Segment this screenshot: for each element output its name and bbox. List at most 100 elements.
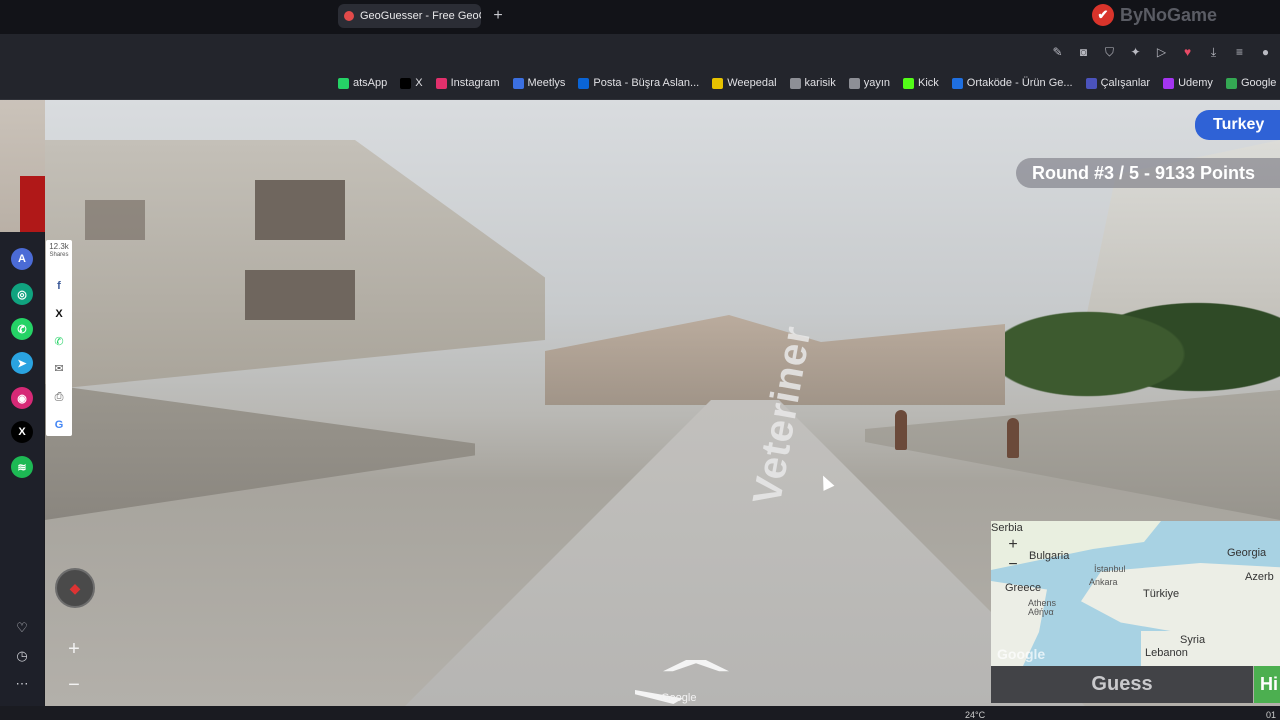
taskbar-weather: 24°C [965, 710, 986, 720]
heart-icon[interactable]: ♡ [12, 618, 32, 638]
vpn-watermark: ✔ ByNoGame [1092, 4, 1217, 26]
vpn-watermark-text: ByNoGame [1120, 4, 1218, 25]
bookmark-label: karisik [804, 77, 836, 89]
bookmarks-list: atsApp X Instagram Meetlys Posta - Büşra Asl… [338, 77, 1280, 89]
vpn-logo-icon: ✔ [1092, 4, 1114, 26]
facebook-share-icon[interactable]: f [52, 279, 66, 293]
minimap-zoom-out-button[interactable]: − [999, 556, 1027, 574]
bookmark-item[interactable]: Instagram [435, 77, 500, 89]
instagram-icon [435, 77, 447, 89]
share-count-value: 12.3k [49, 242, 69, 251]
map-label-serbia: Serbia [991, 522, 1023, 534]
bookmark-item[interactable]: yayın [848, 77, 890, 89]
tab-title: GeoGuesser - Free GeoG [360, 10, 481, 22]
bookmark-label: Posta - Büşra Aslan... [593, 77, 700, 89]
bookmark-label: Ortaköde - Ürün Ge... [966, 77, 1073, 89]
bookmark-item[interactable]: atsApp [338, 77, 387, 89]
outlook-icon [578, 77, 590, 89]
whatsapp-share-icon[interactable]: ✆ [52, 335, 66, 349]
download-icon[interactable]: ⤓ [1205, 44, 1222, 61]
bookmark-item[interactable]: Google Haritalar [1225, 77, 1280, 89]
map-label-georgia: Georgia [1227, 547, 1267, 559]
extension-icon[interactable]: ✦ [1127, 44, 1144, 61]
pedestrian [895, 410, 907, 450]
folder-icon [789, 77, 801, 89]
zoom-out-button[interactable]: − [59, 670, 89, 700]
bookmark-label: Meetlys [527, 77, 566, 89]
zoom-in-button[interactable]: + [59, 634, 89, 664]
instagram-icon[interactable]: ◉ [11, 387, 33, 409]
camera-icon[interactable]: ◙ [1075, 44, 1092, 61]
map-label-bulgaria: Bulgaria [1029, 550, 1070, 562]
minimap-google-logo: Google [997, 646, 1046, 662]
bookmark-item[interactable]: karisik [789, 77, 836, 89]
map-label-ankara: Ankara [1089, 577, 1118, 587]
bookmark-item[interactable]: Posta - Büşra Aslan... [578, 77, 699, 89]
print-share-icon[interactable]: ⎙ [52, 390, 66, 404]
taskbar-clock: 01 [1266, 710, 1277, 720]
bookmark-item[interactable]: Ortaköde - Ürün Ge... [951, 77, 1073, 89]
guess-button[interactable]: Guess [991, 666, 1253, 703]
os-taskbar [0, 706, 1280, 720]
guess-minimap[interactable]: Serbia Bulgaria Georgia İstanbul Ankara … [991, 521, 1280, 666]
bookmark-label: Google Haritalar [1240, 77, 1280, 89]
browser-toolbar: ✎ ◙ ⛉ ✦ ▷ ♥ ⤓ ≡ ● [1049, 44, 1274, 61]
chatgpt-icon[interactable]: ◎ [11, 283, 33, 305]
minimap-zoom-in-button[interactable]: + [999, 536, 1027, 554]
telegram-icon[interactable]: ➤ [11, 352, 33, 374]
map-label-greece: Greece [1005, 582, 1042, 594]
map-label-azerbaijan: Azerb [1245, 571, 1274, 583]
bookmark-label: Instagram [450, 77, 500, 89]
whatsapp-icon [338, 77, 349, 89]
x-icon[interactable]: X [11, 421, 33, 443]
map-label-syria: Syria [1180, 634, 1206, 646]
arc-icon[interactable]: A [11, 248, 33, 270]
map-label-athina: Αθήνα [1028, 607, 1054, 617]
map-label-istanbul: İstanbul [1094, 564, 1126, 574]
x-share-icon[interactable]: X [52, 307, 66, 321]
google-watermark: Google [661, 692, 697, 704]
bookmark-label: Weepedal [727, 77, 777, 89]
geoguesser-favicon-icon [344, 11, 354, 21]
building-left [45, 140, 545, 390]
tab-bar [0, 0, 1280, 34]
bookmark-label: Kick [918, 77, 939, 89]
shield-icon[interactable]: ⛉ [1101, 44, 1118, 61]
bookmark-label: Udemy [1178, 77, 1213, 89]
bookmark-item[interactable]: Kick [903, 77, 939, 89]
minimap-zoom: + − [999, 536, 1029, 574]
hide-map-button[interactable]: Hi [1254, 666, 1280, 703]
menu-icon[interactable]: ≡ [1231, 44, 1248, 61]
map-label-lebanon: Lebanon [1145, 647, 1188, 659]
whatsapp-icon[interactable]: ✆ [11, 318, 33, 340]
google-share-icon[interactable]: G [52, 418, 66, 432]
bookmark-label: Çalışanlar [1100, 77, 1151, 89]
compass-icon[interactable]: ◆ [55, 568, 95, 608]
kick-icon [903, 77, 915, 89]
street-view-zoom: + − [59, 634, 89, 700]
bookmark-label: atsApp [353, 77, 388, 89]
bookmark-item[interactable]: X [400, 77, 423, 89]
spotify-icon[interactable]: ≋ [11, 456, 33, 478]
bookmark-item[interactable]: Meetlys [512, 77, 566, 89]
play-icon[interactable]: ▷ [1153, 44, 1170, 61]
clock-icon[interactable]: ◷ [12, 646, 32, 666]
bookmark-item[interactable]: Udemy [1163, 77, 1213, 89]
edit-icon[interactable]: ✎ [1049, 44, 1066, 61]
share-count: 12.3k Shares [46, 242, 72, 260]
more-icon[interactable]: ⋯ [12, 674, 32, 694]
trees [1005, 270, 1280, 410]
bookmark-item[interactable]: Çalışanlar [1085, 77, 1151, 89]
profile-icon[interactable]: ● [1257, 44, 1274, 61]
bookmark-item[interactable]: Weepedal [712, 77, 777, 89]
pedestrian [1007, 418, 1019, 458]
heart-icon[interactable]: ♥ [1179, 44, 1196, 61]
bookmark-label: X [415, 77, 423, 89]
udemy-icon [1163, 77, 1175, 89]
maps-icon [1225, 77, 1237, 89]
email-share-icon[interactable]: ✉ [52, 362, 66, 376]
round-status: Round #3 / 5 - 9133 Points [1016, 158, 1280, 188]
new-tab-button[interactable]: + [488, 6, 508, 26]
teams-icon [1085, 77, 1097, 89]
tab-geoguesser[interactable]: GeoGuesser - Free GeoG [338, 4, 481, 28]
